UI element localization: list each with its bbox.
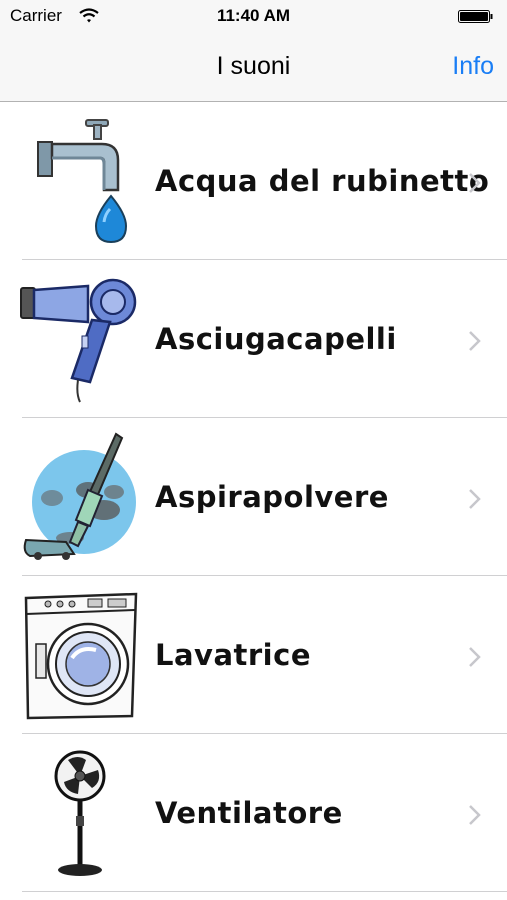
clock-time: 11:40 AM bbox=[216, 6, 291, 25]
list-item-label: Acqua del rubinetto bbox=[155, 164, 490, 198]
chevron-right-icon bbox=[469, 647, 481, 667]
list-item-lavatrice[interactable]: Lavatrice bbox=[0, 576, 507, 734]
list-item-aspirapolvere[interactable]: Aspirapolvere bbox=[0, 418, 507, 576]
list-item-acqua-del-rubinetto[interactable]: Acqua del rubinetto bbox=[0, 102, 507, 260]
list-item-ventilatore[interactable]: Ventilatore bbox=[0, 734, 507, 892]
faucet-icon bbox=[37, 119, 128, 244]
battery-icon bbox=[458, 10, 493, 23]
chevron-right-icon bbox=[469, 489, 481, 509]
list-item-label: Lavatrice bbox=[155, 638, 311, 672]
hairdryer-icon bbox=[20, 278, 137, 403]
list-item-label: Aspirapolvere bbox=[155, 480, 389, 514]
status-bar: Carrier 11:40 AM bbox=[0, 0, 507, 34]
list-item-label: Ventilatore bbox=[155, 796, 343, 830]
washing-machine-icon bbox=[24, 592, 138, 720]
list-item-label: Asciugacapelli bbox=[155, 322, 397, 356]
chevron-right-icon bbox=[469, 173, 481, 193]
chevron-right-icon bbox=[469, 805, 481, 825]
list-item-asciugacapelli[interactable]: Asciugacapelli bbox=[0, 260, 507, 418]
vacuum-cleaner-icon bbox=[23, 432, 136, 560]
navigation-bar: I suoni Info bbox=[0, 34, 507, 102]
page-title: I suoni bbox=[216, 52, 291, 80]
sounds-list: Acqua del rubinetto Asciugacapelli Aspir… bbox=[0, 102, 507, 892]
fan-icon bbox=[54, 750, 106, 876]
chevron-right-icon bbox=[469, 331, 481, 351]
info-button[interactable]: Info bbox=[452, 52, 494, 81]
